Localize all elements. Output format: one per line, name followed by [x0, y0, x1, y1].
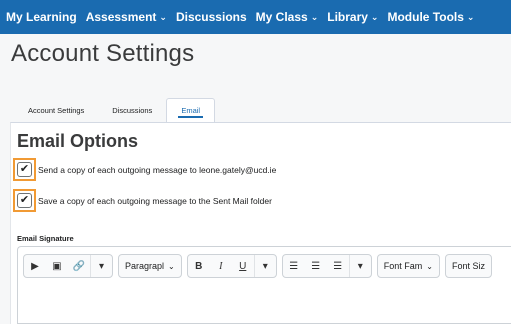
bullet-list-icon[interactable]: ☰ — [327, 255, 349, 277]
checkbox-highlight: ✔ — [13, 189, 36, 212]
chevron-down-icon: ⌄ — [370, 11, 379, 22]
nav-item-label: Assessment — [85, 10, 157, 24]
save-copy-checkbox[interactable]: ✔ — [17, 193, 32, 208]
bold-button[interactable]: B — [188, 255, 210, 277]
insert-image-icon[interactable]: ▣ — [46, 255, 68, 277]
editor-toolbar: ▶ ▣ 🔗 ▾ Paragrapl ⌄ B I U ▾ ☰ ☰ ☰ ▾ Font… — [23, 254, 497, 278]
send-copy-label: Send a copy of each outgoing message to … — [38, 164, 277, 175]
chevron-down-icon: ⌄ — [310, 11, 319, 22]
nav-library[interactable]: Library ⌄ — [327, 10, 378, 24]
insert-group: ▶ ▣ 🔗 ▾ — [23, 254, 113, 278]
page-title: Account Settings — [11, 40, 195, 67]
nav-item-label: My Learning — [6, 10, 77, 24]
nav-my-learning[interactable]: My Learning — [6, 10, 77, 24]
nav-assessment[interactable]: Assessment ⌄ — [86, 10, 167, 24]
insert-video-icon[interactable]: ▶ — [24, 255, 46, 277]
tab-email[interactable]: Email — [166, 98, 216, 122]
save-copy-option: ✔ Save a copy of each outgoing message t… — [13, 189, 272, 212]
chevron-down-icon: ⌄ — [159, 11, 167, 22]
send-copy-option: ✔ Send a copy of each outgoing message t… — [13, 158, 276, 181]
more-insert-caret-icon[interactable]: ▾ — [90, 255, 112, 277]
chevron-down-icon: ⌄ — [466, 11, 475, 22]
nav-my-class[interactable]: My Class ⌄ — [256, 10, 319, 24]
top-navigation-bar: My Learning Assessment ⌄ Discussions My C… — [0, 0, 511, 34]
save-copy-label: Save a copy of each outgoing message to … — [38, 195, 272, 206]
underline-button[interactable]: U — [232, 255, 254, 277]
italic-button[interactable]: I — [210, 255, 232, 277]
alignment-group: ☰ ☰ ☰ ▾ — [281, 254, 372, 278]
nav-item-label: Discussions — [175, 10, 247, 24]
send-copy-checkbox[interactable]: ✔ — [17, 162, 32, 177]
nav-item-label: Module Tools — [387, 10, 464, 24]
email-options-heading: Email Options — [17, 131, 139, 151]
nav-item-label: My Class — [255, 10, 308, 24]
paragraph-format-select[interactable]: Paragrapl ⌄ — [118, 254, 182, 278]
signature-editor[interactable]: ▶ ▣ 🔗 ▾ Paragrapl ⌄ B I U ▾ ☰ ☰ ☰ ▾ Font… — [17, 246, 511, 324]
settings-tabs: Account Settings Discussions Email — [14, 98, 216, 122]
align-center-icon[interactable]: ☰ — [305, 255, 327, 277]
text-format-group: B I U ▾ — [186, 254, 277, 278]
tab-account-settings[interactable]: Account Settings — [14, 98, 98, 122]
chevron-down-icon: ⌄ — [168, 261, 175, 271]
font-family-value: Font Fam — [383, 261, 423, 271]
font-size-select[interactable]: Font Siz — [444, 254, 492, 278]
insert-link-icon[interactable]: 🔗 — [68, 255, 90, 277]
tab-discussions[interactable]: Discussions — [98, 98, 166, 122]
email-signature-label: Email Signature — [17, 234, 74, 243]
align-left-icon[interactable]: ☰ — [283, 255, 305, 277]
font-family-select[interactable]: Font Fam ⌄ — [376, 254, 440, 278]
nav-item-label: Library — [327, 10, 368, 24]
checkbox-highlight: ✔ — [13, 158, 36, 181]
chevron-down-icon: ⌄ — [426, 261, 433, 271]
paragraph-format-value: Paragrapl — [125, 261, 165, 271]
font-size-value: Font Siz — [451, 261, 485, 271]
nav-module-tools[interactable]: Module Tools ⌄ — [387, 10, 474, 24]
nav-discussions[interactable]: Discussions — [176, 10, 247, 24]
more-align-caret-icon[interactable]: ▾ — [348, 255, 371, 277]
more-format-caret-icon[interactable]: ▾ — [253, 255, 276, 277]
